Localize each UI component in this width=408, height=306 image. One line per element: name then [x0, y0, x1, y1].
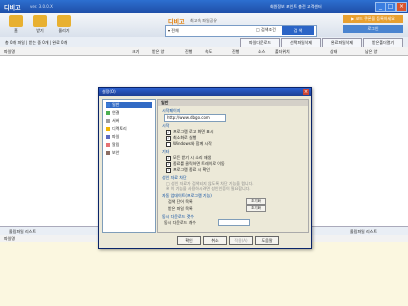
- download-label: 받기: [36, 28, 44, 33]
- tree-item-general[interactable]: 일반: [106, 102, 152, 108]
- start-option-windows[interactable]: Windows와 함께 시작: [166, 141, 212, 147]
- checkbox[interactable]: [166, 141, 171, 147]
- option-label: 모든 받기 시 소리 재생: [173, 155, 212, 160]
- main-window: 디비고 ver. 3.0.0.X 회원정보 포인트 충전 고객센터 _ □ × …: [0, 0, 408, 306]
- col-received[interactable]: 받은 양: [152, 49, 164, 55]
- misc-option-exit-confirm[interactable]: ✓ 프로그램 종료 시 확인: [166, 167, 210, 173]
- ok-button[interactable]: 확인: [177, 236, 201, 245]
- search-words-label: 검색 단어 목록: [168, 199, 193, 204]
- checkbox[interactable]: ✓: [166, 129, 171, 135]
- option-label: 프로그램 종료 시 확인: [173, 167, 210, 172]
- login-button[interactable]: 로그인: [343, 25, 403, 33]
- dialog-close-button[interactable]: ×: [303, 89, 309, 95]
- option-label: 종료를 클릭하면 트레이로 이동: [173, 161, 225, 166]
- server-icon: [106, 119, 110, 123]
- home-icon: [9, 15, 23, 27]
- option-label: 최소화로 실행: [173, 135, 197, 140]
- tree-label: 보안: [112, 150, 120, 155]
- tree-item-security[interactable]: 보안: [106, 150, 152, 156]
- bell-icon: [106, 143, 110, 147]
- search-option-checkbox[interactable]: □ 검색조건: [256, 27, 276, 33]
- reset-received-files-button[interactable]: 초기화: [246, 205, 266, 212]
- apply-button[interactable]: 적용(A): [229, 236, 253, 245]
- tree-item-file[interactable]: 파일: [106, 134, 152, 140]
- panel-title: 일반: [158, 100, 308, 106]
- folder-icon: [106, 127, 110, 131]
- dialog-title: 설정(O): [99, 88, 311, 96]
- close-button[interactable]: ×: [396, 2, 407, 12]
- general-settings-panel: 일반 시작페이지 http://www.dbgo.com 시작 ✓ 프로그램 로고…: [157, 99, 309, 233]
- checkbox[interactable]: ✓: [166, 155, 171, 161]
- option-label: Windows와 함께 시작: [173, 141, 212, 146]
- tree-label: 알림: [112, 142, 120, 147]
- cancel-button[interactable]: 취소: [203, 236, 227, 245]
- tree-item-connection[interactable]: 연결: [106, 110, 152, 116]
- reset-search-words-button[interactable]: 초기화: [246, 198, 266, 205]
- tree-label: 디렉토리: [112, 126, 127, 131]
- option-label: 프로그램 로고 화면 표시: [173, 129, 214, 134]
- maximize-button[interactable]: □: [385, 2, 396, 12]
- received-files-label: 받은 파일 목록: [168, 206, 193, 211]
- concurrent-download-select[interactable]: [218, 219, 250, 226]
- home-button[interactable]: 홈: [6, 15, 26, 35]
- checkbox[interactable]: ✓: [166, 161, 171, 167]
- app-version: ver. 3.0.0.X: [30, 4, 53, 9]
- tree-label: 일반: [112, 102, 120, 107]
- app-title: 디비고: [4, 5, 21, 12]
- col-source[interactable]: 소스: [258, 49, 265, 55]
- col-folder[interactable]: 폴더위치: [275, 49, 290, 55]
- search-button[interactable]: 검 색: [282, 26, 314, 35]
- upload-icon: [57, 15, 71, 27]
- tree-item-notify[interactable]: 알림: [106, 142, 152, 148]
- checkbox[interactable]: ✓: [166, 135, 171, 141]
- general-icon: [106, 103, 110, 107]
- download-button[interactable]: 받기: [30, 15, 50, 35]
- col-status-progress[interactable]: 진행: [232, 49, 239, 55]
- upload-label: 올리기: [58, 28, 70, 33]
- tree-label: 서버: [112, 118, 120, 123]
- col-remaining[interactable]: 남은 양: [365, 49, 377, 55]
- col-speed[interactable]: 속도: [205, 49, 212, 55]
- file-icon: [106, 135, 110, 139]
- upload-button[interactable]: 올리기: [54, 15, 74, 35]
- col-state[interactable]: 상태: [330, 49, 337, 55]
- col-size[interactable]: 크기: [132, 49, 139, 55]
- concurrent-download-label: 동시 다운로드 개수: [164, 220, 196, 225]
- home-label: 홈: [14, 28, 18, 33]
- home-url-field[interactable]: http://www.dbgo.com: [164, 114, 226, 122]
- col-progress[interactable]: 진행: [185, 49, 192, 55]
- title-links[interactable]: 회원정보 포인트 충전 고객센터: [270, 4, 322, 10]
- tree-label: 파일: [112, 134, 120, 139]
- coupon-banner[interactable]: ▶ 코드 쿠폰을 등록하세요: [343, 15, 403, 23]
- title-bar: 디비고 ver. 3.0.0.X 회원정보 포인트 충전 고객센터 _ □ ×: [0, 0, 408, 13]
- settings-dialog: 설정(O) × 일반 연결 서버 디렉토리 파일 알림 보안 일반 시작페이지 …: [98, 87, 312, 249]
- download-list-header: 파일명 크기 받은 양 진행 속도 진행 소스 폴더위치 상태 남은 양: [0, 47, 408, 56]
- tree-label: 연결: [112, 110, 120, 115]
- help-button[interactable]: 도움말: [255, 236, 279, 245]
- upload-list[interactable]: [0, 242, 408, 306]
- download-summary: 총 0개 파일 | 받는 중 0개 | 완료 0개: [5, 40, 68, 45]
- brand-tagline: 최고속 파일공유: [190, 18, 218, 23]
- col-filename[interactable]: 파일명: [4, 49, 15, 55]
- adult-limit-note: ※ 이 기능을 사용하시려면 성인인증이 필요합니다.: [166, 186, 251, 191]
- settings-category-tree: 일반 연결 서버 디렉토리 파일 알림 보안: [102, 99, 156, 233]
- connection-icon: [106, 111, 110, 115]
- tree-item-server[interactable]: 서버: [106, 118, 152, 124]
- search-category-select[interactable]: ▾ 전체: [168, 28, 179, 34]
- checkbox[interactable]: ✓: [166, 167, 171, 173]
- download-icon: [33, 15, 47, 27]
- lock-icon: [106, 151, 110, 155]
- tree-item-directory[interactable]: 디렉토리: [106, 126, 152, 132]
